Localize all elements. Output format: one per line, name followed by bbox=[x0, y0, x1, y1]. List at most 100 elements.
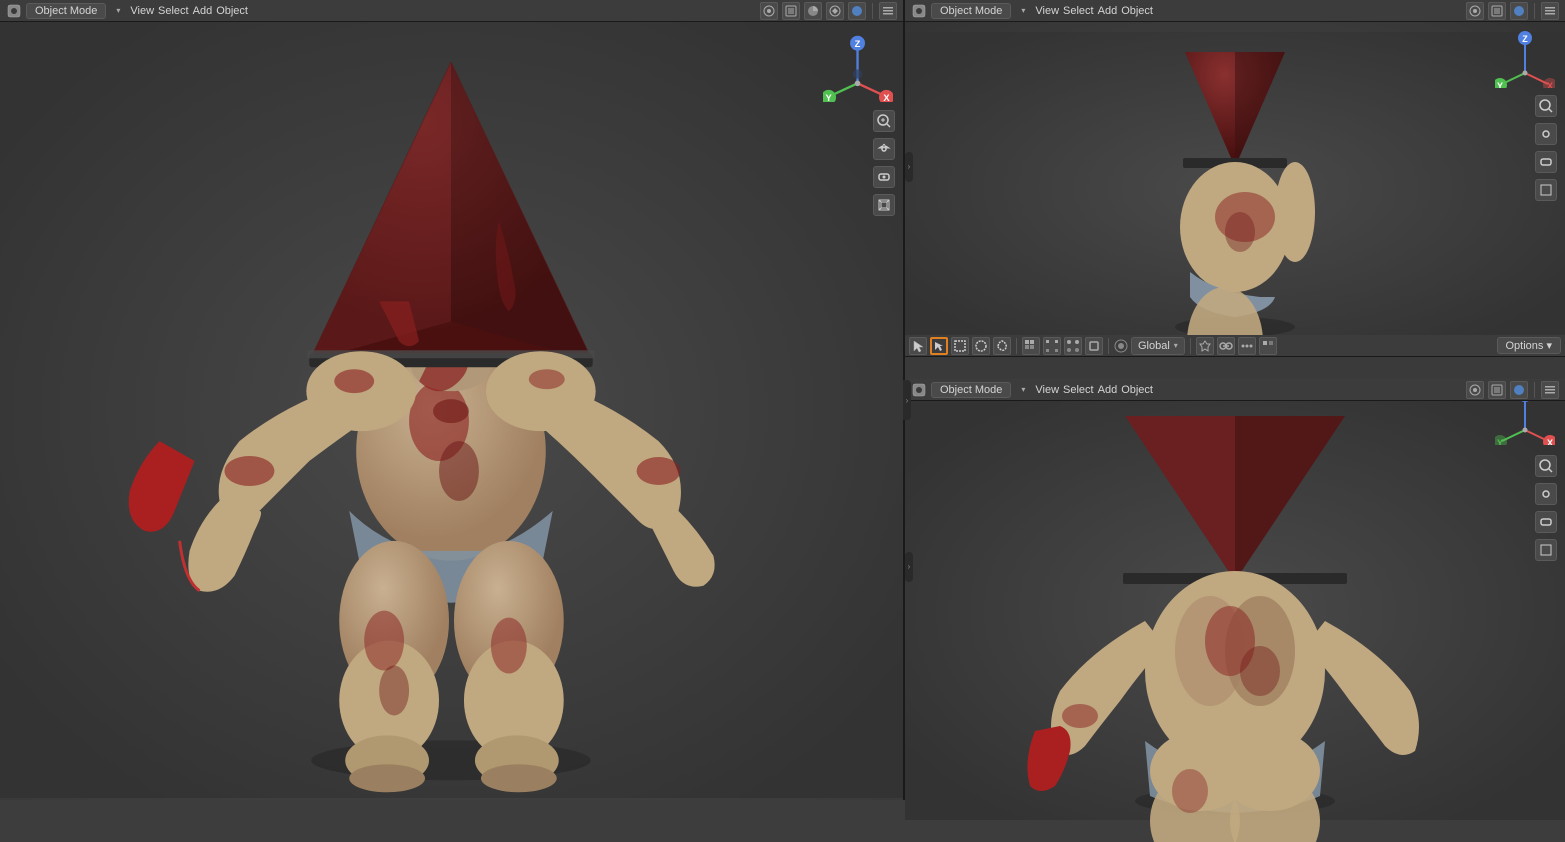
st-square-icon[interactable] bbox=[1259, 337, 1277, 355]
left-resize-handle[interactable]: › bbox=[903, 380, 911, 420]
svg-text:X: X bbox=[883, 93, 890, 102]
br-pan-tool[interactable] bbox=[1535, 483, 1557, 505]
add-menu-tr[interactable]: Add bbox=[1098, 5, 1118, 17]
top-right-expand[interactable]: › bbox=[905, 152, 913, 182]
br-orbit-tool[interactable] bbox=[1535, 511, 1557, 533]
br-toolbar: Object Mode ▾ View Select Add Object bbox=[905, 379, 1565, 401]
global-select[interactable]: Global ▾ bbox=[1131, 337, 1185, 355]
viewport-camera-icon[interactable] bbox=[760, 2, 778, 20]
tr-persp-tool[interactable] bbox=[1535, 179, 1557, 201]
viewport-right: Object Mode ▾ View Select Add Object bbox=[905, 0, 1565, 800]
viewport-icon bbox=[6, 3, 22, 19]
select-menu-left[interactable]: Select bbox=[158, 5, 189, 17]
st-sep1 bbox=[1016, 338, 1017, 354]
st-scale-icon[interactable] bbox=[1064, 337, 1082, 355]
st-pin-icon[interactable] bbox=[1196, 337, 1214, 355]
br-menu-icon[interactable] bbox=[1541, 381, 1559, 399]
svg-text:X: X bbox=[1547, 438, 1553, 445]
object-menu-left[interactable]: Object bbox=[216, 5, 248, 17]
tr-sep bbox=[1534, 3, 1535, 19]
options-btn[interactable]: Options ▾ bbox=[1497, 337, 1562, 354]
br-toolbar-left: Object Mode ▾ View Select Add Object bbox=[911, 382, 1153, 398]
shading-icon[interactable] bbox=[804, 2, 822, 20]
br-side-tools bbox=[1535, 455, 1557, 561]
left-toolbar-right bbox=[760, 2, 897, 20]
transform-icon bbox=[1114, 339, 1128, 353]
mode-select-top-right[interactable]: Object Mode bbox=[931, 3, 1011, 19]
mode-select-left[interactable]: Object Mode bbox=[26, 3, 106, 19]
subtoolbar: Global ▾ bbox=[905, 335, 1565, 357]
svg-text:Z: Z bbox=[1522, 34, 1528, 44]
tr-pan-tool[interactable] bbox=[1535, 123, 1557, 145]
svg-text:X: X bbox=[1547, 81, 1553, 88]
st-circle-select[interactable] bbox=[972, 337, 990, 355]
st-move-icon[interactable] bbox=[1022, 337, 1040, 355]
tr-overlay-icon[interactable] bbox=[1488, 2, 1506, 20]
br-camera-icon[interactable] bbox=[1466, 381, 1484, 399]
st-cursor-icon[interactable] bbox=[930, 337, 948, 355]
viewport-top-right: Object Mode ▾ View Select Add Object bbox=[905, 0, 1565, 335]
tr-side-tools bbox=[1535, 95, 1557, 201]
menu-icon[interactable] bbox=[879, 2, 897, 20]
st-link-icon[interactable] bbox=[1217, 337, 1235, 355]
viewport-shading-icon[interactable] bbox=[848, 2, 866, 20]
left-gizmo[interactable]: Z X Y bbox=[823, 32, 893, 102]
select-menu-br[interactable]: Select bbox=[1063, 384, 1094, 396]
view-menu-left[interactable]: View bbox=[130, 5, 154, 17]
tr-orbit-tool[interactable] bbox=[1535, 151, 1557, 173]
br-overlay-icon[interactable] bbox=[1488, 381, 1506, 399]
global-label: Global bbox=[1138, 340, 1170, 352]
dropdown-br[interactable]: ▾ bbox=[1015, 382, 1031, 398]
br-viewport-icon bbox=[911, 382, 927, 398]
top-right-toolbar-right bbox=[1466, 2, 1559, 20]
svg-text:Y: Y bbox=[1497, 438, 1503, 445]
mode-select-br[interactable]: Object Mode bbox=[931, 382, 1011, 398]
top-right-viewport-icon bbox=[911, 3, 927, 19]
br-toolbar-right bbox=[1466, 381, 1559, 399]
tr-shading-icon[interactable] bbox=[1510, 2, 1528, 20]
overlay-icon[interactable] bbox=[782, 2, 800, 20]
top-right-char-svg bbox=[905, 22, 1565, 355]
tr-menu-icon[interactable] bbox=[1541, 2, 1559, 20]
top-right-gizmo[interactable]: Z X Y bbox=[1495, 28, 1555, 88]
tr-camera-icon[interactable] bbox=[1466, 2, 1484, 20]
orbit-tool[interactable] bbox=[873, 166, 895, 188]
st-dots-icon[interactable] bbox=[1238, 337, 1256, 355]
select-menu-tr[interactable]: Select bbox=[1063, 5, 1094, 17]
br-zoom-tool[interactable] bbox=[1535, 455, 1557, 477]
object-menu-tr[interactable]: Object bbox=[1121, 5, 1153, 17]
tr-zoom-tool[interactable] bbox=[1535, 95, 1557, 117]
add-menu-left[interactable]: Add bbox=[193, 5, 213, 17]
st-transform-icon[interactable] bbox=[1085, 337, 1103, 355]
sep1 bbox=[872, 3, 873, 19]
viewport-left: Object Mode ▾ View Select Add Object bbox=[0, 0, 905, 800]
view-menu-tr[interactable]: View bbox=[1035, 5, 1059, 17]
add-menu-br[interactable]: Add bbox=[1098, 384, 1118, 396]
object-menu-br[interactable]: Object bbox=[1121, 384, 1153, 396]
zoom-tool[interactable] bbox=[873, 110, 895, 132]
br-expand[interactable]: › bbox=[905, 552, 913, 582]
dropdown-top-right[interactable]: ▾ bbox=[1015, 3, 1031, 19]
viewport-layout: Object Mode ▾ View Select Add Object bbox=[0, 0, 1565, 800]
svg-text:Y: Y bbox=[825, 93, 832, 102]
st-rotate-icon[interactable] bbox=[1043, 337, 1061, 355]
top-right-toolbar: Object Mode ▾ View Select Add Object bbox=[905, 0, 1565, 22]
svg-text:Y: Y bbox=[1497, 81, 1503, 88]
dropdown-arrow-left[interactable]: ▾ bbox=[110, 3, 126, 19]
view-menu-br[interactable]: View bbox=[1035, 384, 1059, 396]
br-persp-tool[interactable] bbox=[1535, 539, 1557, 561]
svg-text:Z: Z bbox=[855, 39, 861, 49]
perspective-tool[interactable] bbox=[873, 194, 895, 216]
left-toolbar-left: Object Mode ▾ View Select Add Object bbox=[6, 3, 248, 19]
st-sep3 bbox=[1190, 338, 1191, 354]
st-box-select[interactable] bbox=[951, 337, 969, 355]
transform-space: Global ▾ bbox=[1114, 337, 1185, 355]
left-toolbar: Object Mode ▾ View Select Add Object bbox=[0, 0, 903, 22]
pan-tool[interactable] bbox=[873, 138, 895, 160]
viewport-bottom-right: Global ▾ bbox=[905, 335, 1565, 798]
br-shading-icon[interactable] bbox=[1510, 381, 1528, 399]
bottom-right-char-svg bbox=[905, 379, 1565, 842]
st-select-icon[interactable] bbox=[909, 337, 927, 355]
st-lasso-select[interactable] bbox=[993, 337, 1011, 355]
render-icon[interactable] bbox=[826, 2, 844, 20]
